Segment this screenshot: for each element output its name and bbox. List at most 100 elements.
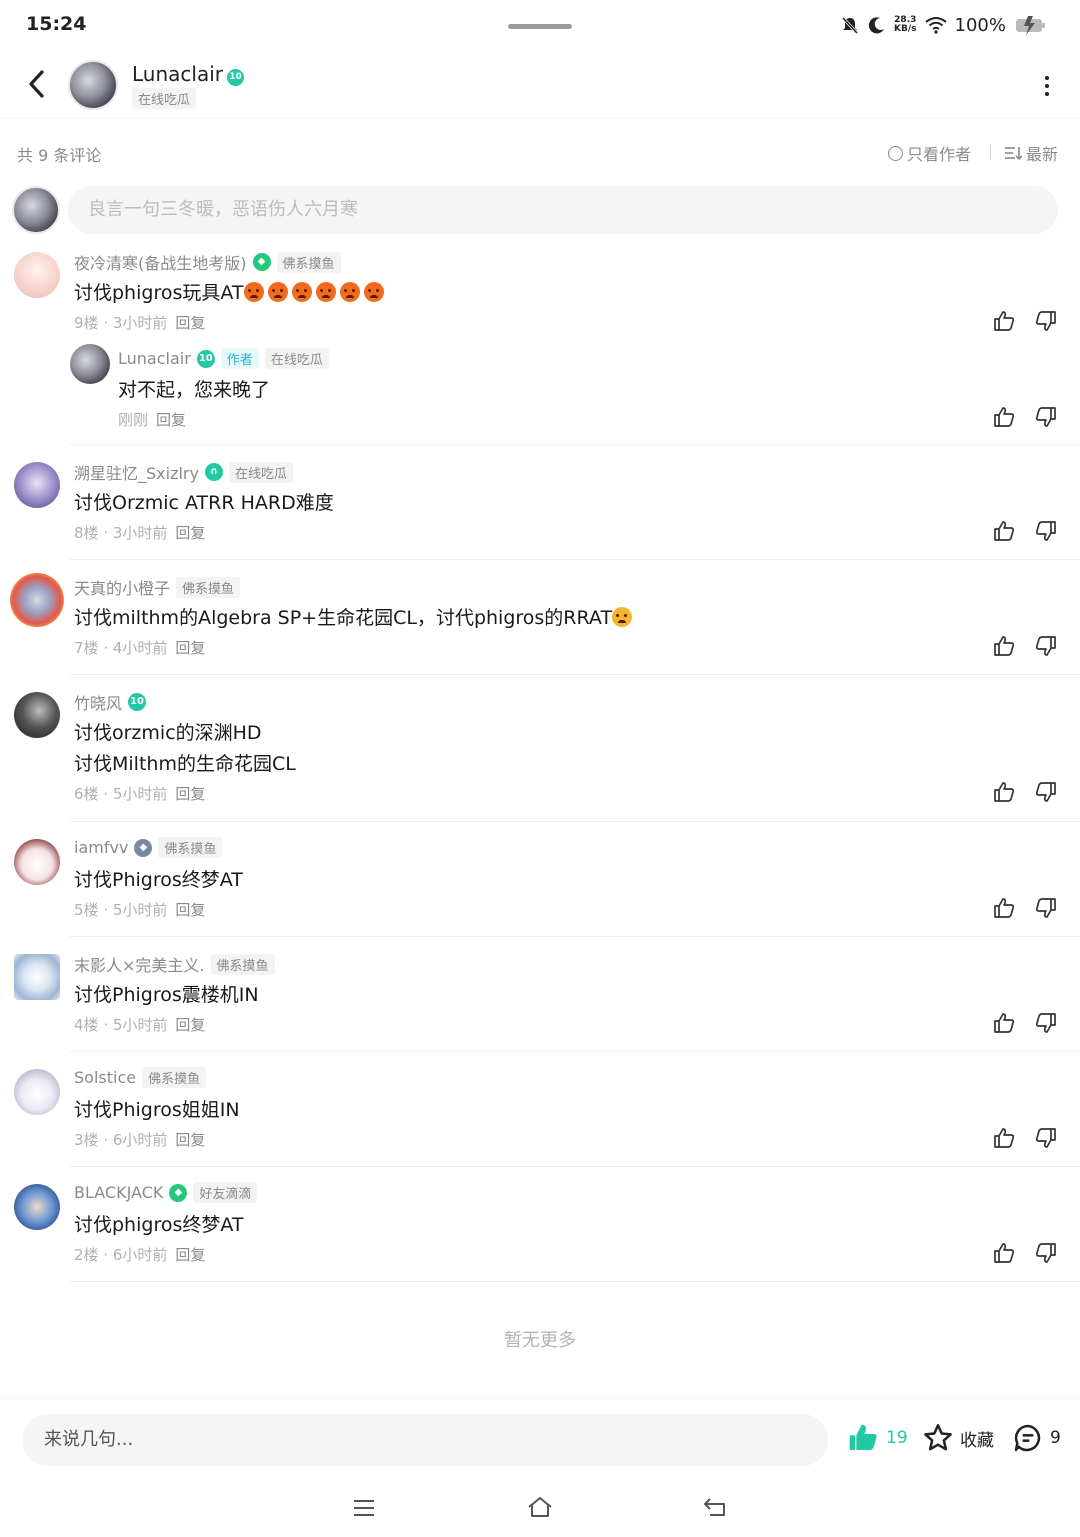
level-badge-icon: 10 <box>128 693 147 711</box>
user-avatar[interactable] <box>14 954 60 1000</box>
thumbs-up-icon[interactable] <box>992 1011 1016 1035</box>
username[interactable]: 溯星驻忆_Sxizlry <box>74 460 199 484</box>
reply-link[interactable]: 回复 <box>175 314 205 332</box>
home-icon[interactable] <box>526 1495 554 1519</box>
author-tag: 作者 <box>220 348 259 369</box>
comment-text: 讨伐phigros终梦AT <box>74 1214 244 1236</box>
drag-handle[interactable] <box>508 24 572 29</box>
username[interactable]: 末影人×完美主义. <box>74 952 205 976</box>
angry-emoji-icon <box>243 282 264 302</box>
thumbs-down-icon[interactable] <box>1034 896 1058 920</box>
mute-icon <box>841 16 859 35</box>
thumbs-down-icon[interactable] <box>1034 309 1058 333</box>
comment-meta: 7楼 · 4小时前 回复 <box>74 639 206 657</box>
user-tag: 在线吃瓜 <box>228 461 293 483</box>
reply-avatar[interactable] <box>70 344 110 384</box>
comment-text-line2: 讨伐Milthm的生命花园CL <box>74 753 296 775</box>
angry-emoji-icon <box>339 282 360 302</box>
reply-link[interactable]: 回复 <box>175 639 205 657</box>
comment-text: 讨伐Phigros震楼机IN <box>74 984 259 1006</box>
reply-link[interactable]: 回复 <box>175 1131 205 1149</box>
thumbs-down-icon[interactable] <box>1034 780 1058 804</box>
username[interactable]: BLACKJACK <box>74 1183 163 1202</box>
thumbs-down-icon[interactable] <box>1034 634 1058 658</box>
author-avatar[interactable] <box>68 60 118 110</box>
user-tag: 佛系摸鱼 <box>158 837 223 858</box>
reply-link[interactable]: 回复 <box>175 901 205 919</box>
divider <box>70 821 1080 822</box>
like-button[interactable]: 19 <box>846 1422 908 1454</box>
thumbs-up-icon[interactable] <box>992 405 1016 429</box>
thumbs-up-icon[interactable] <box>992 896 1016 920</box>
comment-item: 溯星驻忆_Sxizlry ∩ 在线吃瓜 讨伐Orzmic ATRR HARD难度… <box>0 456 1080 560</box>
back-icon[interactable] <box>22 66 52 102</box>
thumbs-down-icon[interactable] <box>1034 1241 1058 1265</box>
reply-link[interactable]: 回复 <box>175 524 205 542</box>
thumbs-up-icon[interactable] <box>992 309 1016 333</box>
menu-icon[interactable] <box>352 1498 376 1518</box>
username[interactable]: 天真的小橙子 <box>74 575 170 599</box>
comment-item: iamfvv ◆ 佛系摸鱼 讨伐Phigros终梦AT 5楼 · 5小时前 回复 <box>0 833 1080 937</box>
divider <box>70 1051 1080 1052</box>
reply-link[interactable]: 回复 <box>175 1246 205 1264</box>
comment-header: BLACKJACK ◆ 好友滴滴 <box>74 1182 258 1203</box>
comment-meta: 2楼 · 6小时前 回复 <box>74 1246 206 1264</box>
thumbs-down-icon[interactable] <box>1034 519 1058 543</box>
username[interactable]: iamfvv <box>74 838 128 857</box>
username[interactable]: 夜冷清寒(备战生地考版) <box>74 250 247 274</box>
star-icon <box>924 1424 952 1451</box>
comment-text: 讨伐Orzmic ATRR HARD难度 <box>74 492 334 514</box>
angry-emoji-icon <box>363 282 384 302</box>
bottom-comment-input[interactable]: 来说几句... <box>22 1414 828 1466</box>
reply-meta: 刚刚 回复 <box>118 411 187 429</box>
thumbs-down-icon[interactable] <box>1034 1126 1058 1150</box>
no-more-text: 暂无更多 <box>504 1330 576 1351</box>
divider <box>70 936 1080 937</box>
user-avatar[interactable] <box>14 1184 60 1230</box>
username[interactable]: 竹晓风 <box>74 690 122 714</box>
reply-link[interactable]: 回复 <box>175 785 205 803</box>
more-options-icon[interactable] <box>1044 76 1050 96</box>
thumbs-up-icon[interactable] <box>992 1126 1016 1150</box>
thumbs-up-icon[interactable] <box>992 780 1016 804</box>
angry-emoji-icon <box>267 282 288 302</box>
username[interactable]: Solstice <box>74 1068 136 1087</box>
divider <box>70 1281 1080 1282</box>
reply-link[interactable]: 回复 <box>156 411 186 429</box>
thumbs-up-icon[interactable] <box>992 634 1016 658</box>
comment-item: 天真的小橙子 佛系摸鱼 讨伐milthm的Algebra SP+生命花园CL，讨… <box>0 571 1080 675</box>
wifi-icon <box>924 17 947 34</box>
thumbs-up-icon[interactable] <box>992 519 1016 543</box>
comment-input[interactable]: 良言一句三冬暖，恶语伤人六月寒 <box>68 186 1058 234</box>
comment-meta: 9楼 · 3小时前 回复 <box>74 314 206 332</box>
author-name[interactable]: Lunaclair 10 <box>132 62 244 86</box>
user-avatar[interactable] <box>14 1069 60 1115</box>
thumbs-up-filled-icon <box>849 1424 877 1450</box>
user-avatar[interactable] <box>14 692 60 738</box>
angry-emoji-icon <box>291 282 312 302</box>
angry-emoji-icon <box>315 282 336 302</box>
reply-username[interactable]: Lunaclair <box>118 349 191 368</box>
thumbs-up-icon[interactable] <box>992 1241 1016 1265</box>
divider <box>70 559 1080 560</box>
back-nav-icon[interactable] <box>702 1496 728 1518</box>
user-avatar[interactable] <box>14 462 60 508</box>
comment-meta: 3楼 · 6小时前 回复 <box>74 1131 206 1149</box>
sort-button[interactable]: 最新 <box>1004 141 1058 165</box>
comment-header: 夜冷清寒(备战生地考版) ◆ 佛系摸鱼 <box>74 250 341 274</box>
comments-button[interactable]: 9 <box>1012 1422 1061 1454</box>
comment-bubble-icon <box>1014 1424 1041 1452</box>
author-tag: 在线吃瓜 <box>132 88 197 109</box>
thumbs-down-icon[interactable] <box>1034 1011 1058 1035</box>
level-badge-icon: 10 <box>196 349 215 368</box>
user-avatar[interactable] <box>14 839 60 885</box>
comment-text: 讨伐Phigros姐姐IN <box>74 1099 240 1121</box>
thumbs-down-icon[interactable] <box>1034 405 1058 429</box>
reply-link[interactable]: 回复 <box>175 1016 205 1034</box>
user-avatar[interactable] <box>10 573 64 627</box>
favorite-button[interactable]: 收藏 <box>922 1422 994 1454</box>
comment-meta: 8楼 · 3小时前 回复 <box>74 524 206 542</box>
moon-icon <box>868 17 885 34</box>
user-avatar[interactable] <box>14 252 60 298</box>
author-only-toggle[interactable]: 只看作者 <box>888 141 971 165</box>
